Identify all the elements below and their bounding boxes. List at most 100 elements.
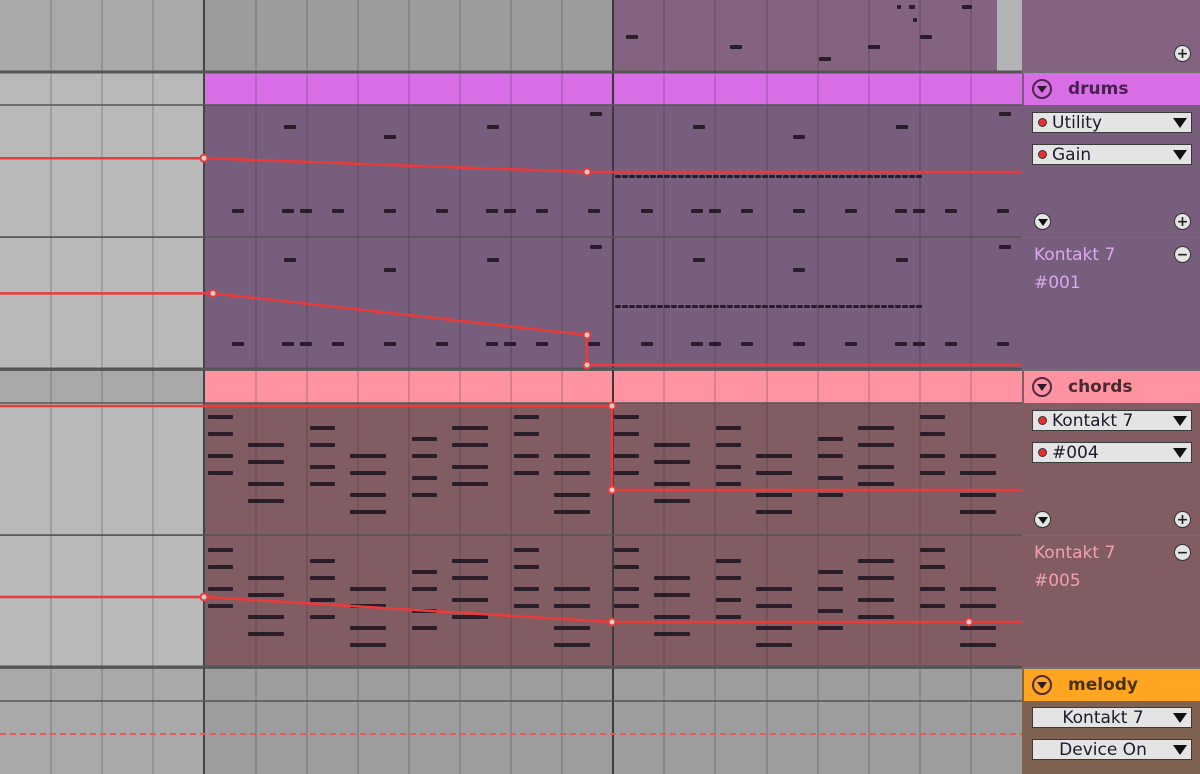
- dropdown-arrow-icon: [1173, 447, 1187, 458]
- top-clip[interactable]: [613, 0, 997, 72]
- automation-breakpoint[interactable]: [582, 167, 592, 177]
- parameter-chooser[interactable]: Gain: [1032, 144, 1192, 165]
- dropdown-arrow-icon: [1173, 744, 1187, 755]
- midi-note: [208, 604, 233, 608]
- midi-note: [350, 454, 386, 458]
- drums-track-header: drums Utility Gain +: [1022, 73, 1200, 237]
- midi-note: [709, 209, 721, 213]
- drums-title-bar[interactable]: drums: [1024, 73, 1200, 105]
- remove-lane-button[interactable]: −: [1174, 246, 1191, 263]
- midi-note: [960, 471, 996, 475]
- midi-note: [888, 305, 894, 308]
- midi-note: [614, 587, 639, 591]
- midi-note: [818, 587, 843, 591]
- chords-title-bar[interactable]: chords: [1024, 371, 1200, 403]
- plus-icon: +: [1176, 511, 1189, 528]
- midi-note: [960, 587, 996, 591]
- device-chooser-value: Kontakt 7: [1052, 410, 1134, 431]
- midi-note: [412, 587, 437, 591]
- parameter-chooser[interactable]: #004: [1032, 442, 1192, 463]
- arrangement-view[interactable]: [0, 0, 1022, 774]
- midi-note: [858, 615, 894, 619]
- fold-toggle-icon[interactable]: [1032, 377, 1052, 397]
- midi-note: [536, 209, 548, 213]
- midi-note: [895, 342, 907, 346]
- midi-note: [839, 175, 845, 178]
- lane-parameter-name: #001: [1034, 273, 1081, 293]
- midi-note: [629, 175, 635, 178]
- midi-note: [654, 632, 690, 636]
- midi-note: [713, 175, 719, 178]
- midi-note: [713, 305, 719, 308]
- midi-note: [678, 175, 684, 178]
- automation-breakpoint[interactable]: [208, 288, 218, 298]
- parameter-chooser[interactable]: Device On: [1032, 739, 1192, 760]
- top-track-header: +: [1022, 0, 1200, 72]
- midi-note: [960, 643, 996, 647]
- midi-note: [614, 604, 639, 608]
- midi-note: [858, 465, 894, 469]
- midi-note: [804, 175, 810, 178]
- midi-note: [755, 175, 761, 178]
- chords-lane-header: Kontakt 7 #005 −: [1022, 536, 1200, 667]
- device-chooser[interactable]: Kontakt 7: [1032, 707, 1192, 728]
- device-chooser[interactable]: Kontakt 7: [1032, 410, 1192, 431]
- midi-note: [208, 565, 233, 569]
- midi-note: [514, 471, 539, 475]
- midi-note: [858, 443, 894, 447]
- automation-breakpoint[interactable]: [582, 360, 592, 370]
- melody-title-bar[interactable]: melody: [1024, 669, 1200, 701]
- midi-note: [654, 460, 690, 464]
- automation-breakpoint[interactable]: [199, 153, 209, 163]
- midi-note: [514, 604, 539, 608]
- midi-note: [790, 305, 796, 308]
- automation-breakpoint[interactable]: [607, 617, 617, 627]
- show-lanes-button[interactable]: [1034, 511, 1051, 528]
- automation-breakpoint[interactable]: [582, 330, 592, 340]
- midi-note: [897, 5, 901, 9]
- midi-note: [858, 576, 894, 580]
- midi-note: [776, 305, 782, 308]
- midi-note: [384, 135, 396, 139]
- midi-note: [615, 305, 621, 308]
- midi-note: [554, 604, 590, 608]
- midi-note: [720, 305, 726, 308]
- midi-note: [614, 471, 639, 475]
- midi-note: [641, 342, 653, 346]
- automation-breakpoint[interactable]: [964, 617, 974, 627]
- device-chooser[interactable]: Utility: [1032, 112, 1192, 133]
- midi-note: [716, 443, 741, 447]
- midi-note: [858, 426, 894, 430]
- add-lane-button[interactable]: +: [1174, 45, 1191, 62]
- midi-note: [452, 465, 488, 469]
- midi-note: [909, 175, 915, 178]
- midi-note: [384, 268, 396, 272]
- fold-toggle-icon[interactable]: [1032, 675, 1052, 695]
- midi-note: [811, 305, 817, 308]
- midi-note: [554, 471, 590, 475]
- track-name: chords: [1068, 377, 1133, 397]
- midi-note: [350, 587, 386, 591]
- automation-breakpoint[interactable]: [199, 592, 209, 602]
- automation-breakpoint[interactable]: [607, 485, 617, 495]
- midi-note: [248, 460, 284, 464]
- midi-note: [654, 615, 690, 619]
- fold-toggle-icon[interactable]: [1032, 79, 1052, 99]
- midi-note: [208, 454, 233, 458]
- add-lane-button[interactable]: +: [1174, 511, 1191, 528]
- device-chooser-value: Utility: [1052, 112, 1103, 133]
- empty-lane-area: [997, 0, 1022, 72]
- midi-note: [858, 482, 894, 486]
- midi-note: [554, 587, 590, 591]
- midi-note: [643, 305, 649, 308]
- parameter-chooser-value: Gain: [1052, 144, 1092, 165]
- midi-note: [614, 432, 639, 436]
- midi-note: [853, 175, 859, 178]
- remove-lane-button[interactable]: −: [1174, 544, 1191, 561]
- automation-breakpoint[interactable]: [607, 401, 617, 411]
- melody-track-header: melody Kontakt 7 Device On: [1022, 669, 1200, 774]
- midi-note: [896, 125, 908, 129]
- midi-note: [208, 432, 233, 436]
- add-lane-button[interactable]: +: [1174, 213, 1191, 230]
- show-lanes-button[interactable]: [1034, 213, 1051, 230]
